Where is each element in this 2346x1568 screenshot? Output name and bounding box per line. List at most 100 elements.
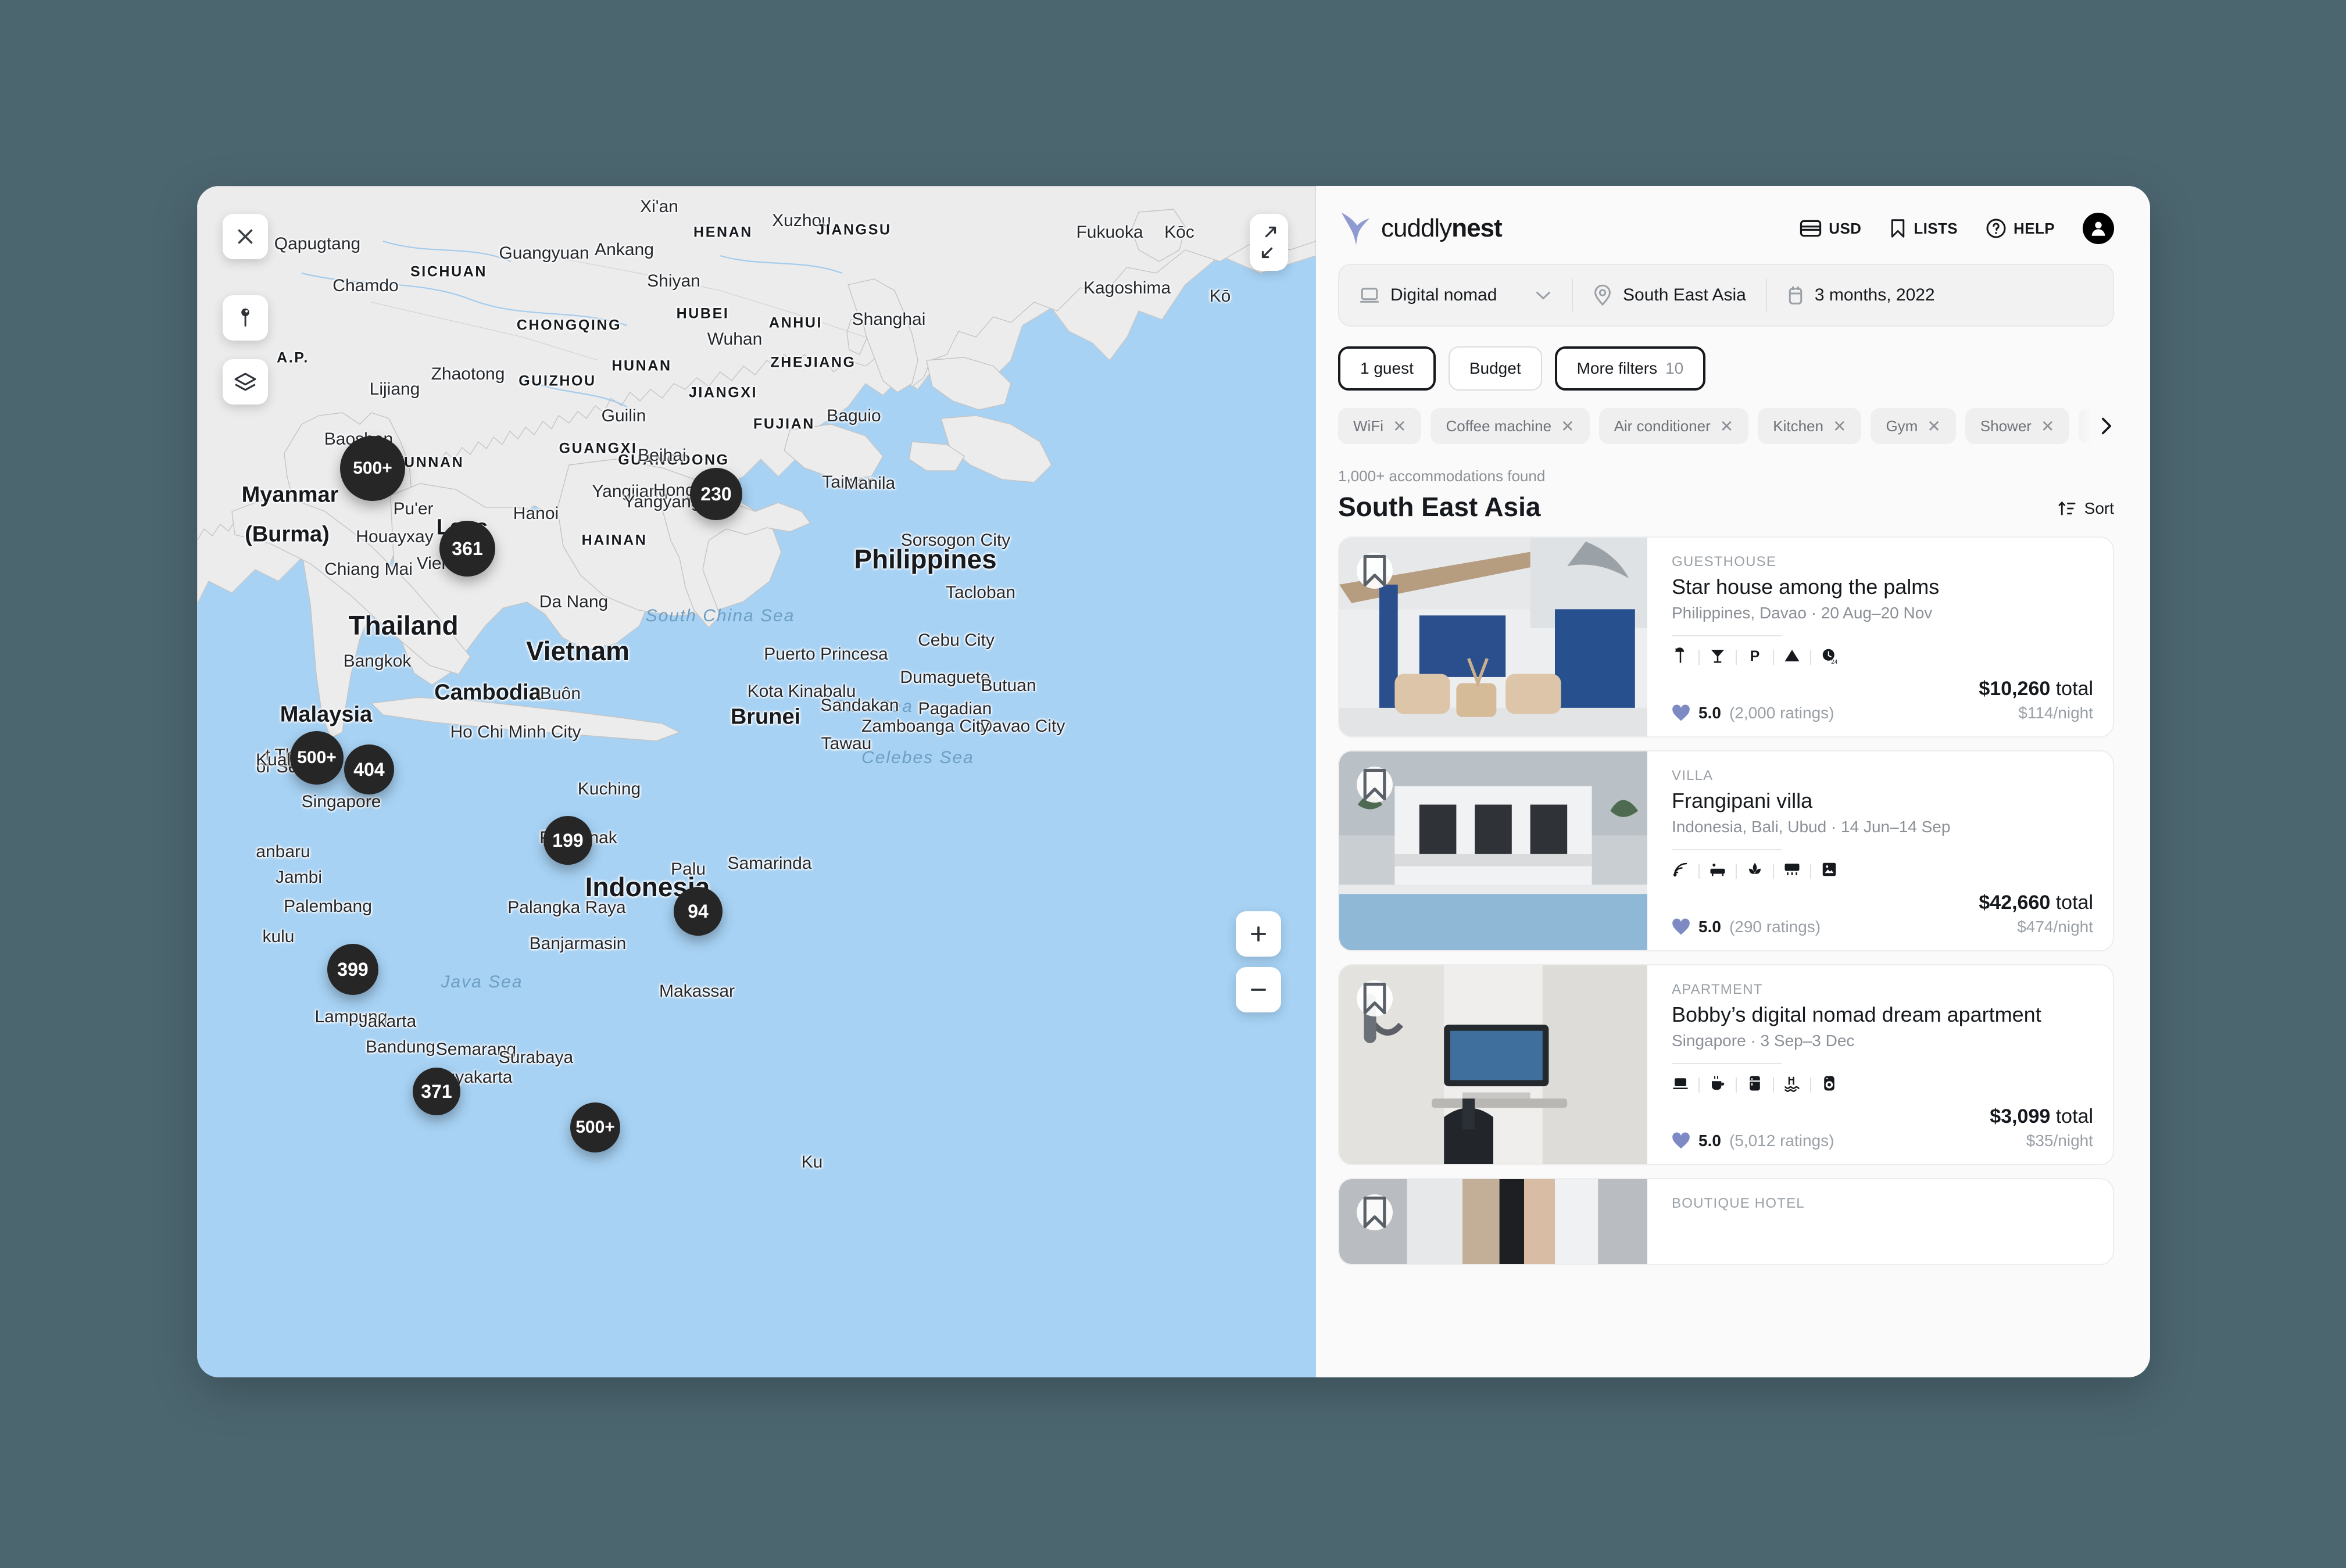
- filter-chip-remove-icon[interactable]: ✕: [1561, 417, 1574, 436]
- stay-type-select[interactable]: Digital nomad: [1339, 279, 1572, 312]
- destination-field[interactable]: South East Asia: [1572, 279, 1766, 312]
- filter-chip[interactable]: Shower ✕: [1965, 408, 2070, 444]
- zoom-in-button[interactable]: [1236, 911, 1281, 957]
- laptop-icon: [1360, 288, 1379, 303]
- avatar[interactable]: [2083, 213, 2114, 244]
- filter-chip-remove-icon[interactable]: ✕: [1833, 417, 1846, 436]
- listing-footer: 5.0 (2,000 ratings) $10,260 total $114/nigh…: [1672, 678, 2093, 722]
- listing-rating: 5.0 (5,012 ratings): [1672, 1132, 1834, 1150]
- fridge-icon: [1746, 1075, 1764, 1095]
- search-bar[interactable]: Digital nomad South East Asia 3 months, …: [1338, 264, 2114, 327]
- amenity-separator: [1698, 863, 1700, 879]
- map-cluster-marker[interactable]: 399: [327, 944, 378, 995]
- bathtub-icon: [1709, 861, 1726, 881]
- rating-score: 5.0: [1698, 704, 1721, 722]
- amenity-separator: [1698, 649, 1700, 665]
- map-cluster-marker[interactable]: 361: [439, 521, 495, 577]
- listing-image[interactable]: [1339, 1179, 1647, 1264]
- nightly-price: $35/night: [2026, 1132, 2093, 1150]
- sort-icon: [2058, 501, 2076, 515]
- listing-image[interactable]: [1339, 538, 1647, 736]
- filter-chip[interactable]: WiFi ✕: [1338, 408, 1422, 444]
- listing-image[interactable]: [1339, 965, 1647, 1164]
- brand-logo[interactable]: cuddlynest: [1338, 210, 1503, 246]
- bookmark-icon: [1363, 554, 1386, 587]
- listing-footer: 5.0 (5,012 ratings) $3,099 total $35/night: [1672, 1105, 2093, 1150]
- budget-filter-button[interactable]: Budget: [1448, 346, 1542, 391]
- filter-chip[interactable]: Air conditioner ✕: [1598, 408, 1749, 444]
- sort-button[interactable]: Sort: [2058, 499, 2114, 522]
- nav-help-label: HELP: [2014, 219, 2055, 237]
- listing-type: BOUTIQUE HOTEL: [1672, 1195, 1805, 1211]
- filter-chip[interactable]: Kitchen ✕: [1758, 408, 1862, 444]
- filter-chip-remove-icon[interactable]: ✕: [2041, 417, 2054, 436]
- filter-chip[interactable]: Gym ✕: [1871, 408, 1956, 444]
- bookmark-button[interactable]: [1357, 767, 1393, 803]
- question-circle-icon: [1986, 219, 2006, 238]
- more-filters-label: More filters: [1576, 359, 1658, 377]
- nav-currency[interactable]: USD: [1800, 220, 1861, 238]
- more-filters-button[interactable]: More filters 10: [1554, 346, 1706, 391]
- expand-map-button[interactable]: [1250, 214, 1288, 271]
- map-cluster-marker[interactable]: 230: [690, 468, 742, 520]
- filter-chip-label: Kitchen: [1773, 417, 1823, 435]
- listing-image[interactable]: [1339, 751, 1647, 950]
- dates-field[interactable]: 3 months, 2022: [1765, 279, 1955, 312]
- filter-chip-remove-icon[interactable]: ✕: [1720, 417, 1733, 436]
- bookmark-button[interactable]: [1357, 553, 1393, 589]
- bookmark-button[interactable]: [1357, 980, 1393, 1016]
- nav-help[interactable]: HELP: [1986, 218, 2055, 239]
- app-window: Qapugtang Chamdo SICHUAN Guangyuan Ankang Xi'…: [197, 186, 2150, 1377]
- map-pin-button[interactable]: [223, 295, 268, 341]
- amenity-separator: [1773, 1077, 1774, 1093]
- listing-rating: 5.0 (2,000 ratings): [1672, 704, 1834, 722]
- nightly-price: $474/night: [2017, 918, 2093, 936]
- sort-label: Sort: [2084, 499, 2114, 517]
- amenity-list: [1672, 861, 2093, 881]
- chips-next-button[interactable]: [2073, 408, 2114, 444]
- bookmark-icon: [1363, 1196, 1386, 1229]
- parking-icon: P: [1746, 647, 1764, 667]
- map-cluster-marker[interactable]: 500+: [570, 1102, 620, 1152]
- map-cluster-marker[interactable]: 199: [543, 816, 592, 865]
- map-cluster-marker[interactable]: 404: [344, 744, 394, 794]
- layers-icon: [234, 373, 256, 391]
- bookmark-icon: [1363, 982, 1386, 1015]
- guests-filter-button[interactable]: 1 guest: [1338, 346, 1436, 391]
- map-layers-button[interactable]: [223, 359, 268, 404]
- listing-price: $3,099 total $35/night: [1990, 1105, 2093, 1150]
- filter-buttons: 1 guest Budget More filters 10: [1338, 346, 2114, 391]
- bookmark-button[interactable]: [1357, 1194, 1393, 1230]
- close-map-button[interactable]: [223, 214, 268, 259]
- filter-chip[interactable]: Coffee machine ✕: [1431, 408, 1590, 444]
- divider: [1672, 849, 1782, 850]
- filter-chip-remove-icon[interactable]: ✕: [1393, 417, 1406, 436]
- listing-card[interactable]: BOUTIQUE HOTEL: [1338, 1178, 2114, 1265]
- listing-body: APARTMENT Bobby’s digital nomad dream apa…: [1647, 965, 2113, 1164]
- active-filter-chips: WiFi ✕ Coffee machine ✕ Air conditioner ✕ Kitc…: [1338, 408, 2114, 444]
- map-cluster-marker[interactable]: 500+: [340, 436, 405, 501]
- map-cluster-marker[interactable]: 94: [674, 887, 723, 936]
- listing-card[interactable]: APARTMENT Bobby’s digital nomad dream apa…: [1338, 964, 2114, 1165]
- chevron-right-icon: [2101, 417, 2112, 435]
- zoom-out-button[interactable]: [1236, 967, 1281, 1012]
- listing-card[interactable]: VILLA Frangipani villa Indonesia, Bali, Ub…: [1338, 750, 2114, 951]
- top-bar: cuddlynest USD LISTS HELP: [1316, 186, 2150, 253]
- listing-card[interactable]: GUESTHOUSE Star house among the palms Phil…: [1338, 536, 2114, 738]
- map-pane[interactable]: Qapugtang Chamdo SICHUAN Guangyuan Ankang Xi'…: [197, 186, 1316, 1377]
- map-cluster-marker[interactable]: 371: [413, 1068, 460, 1115]
- listing-cards[interactable]: GUESTHOUSE Star house among the palms Phil…: [1338, 536, 2114, 1377]
- divider: [1672, 635, 1782, 636]
- listing-price: $42,660 total $474/night: [1979, 892, 2093, 936]
- amenity-separator: [1810, 863, 1811, 879]
- credit-card-icon: [1800, 220, 1822, 237]
- chevron-down-icon: [1536, 292, 1550, 300]
- nav-lists[interactable]: LISTS: [1889, 218, 1958, 239]
- filter-chip-remove-icon[interactable]: ✕: [1927, 417, 1940, 436]
- map-zoom-controls[interactable]: [1236, 911, 1281, 1023]
- filter-chip-label: WiFi: [1353, 417, 1383, 435]
- amenity-list: [1672, 1075, 2093, 1095]
- map-cluster-marker[interactable]: 500+: [290, 731, 344, 785]
- amenity-separator: [1773, 863, 1774, 879]
- svg-text:24: 24: [1831, 659, 1838, 664]
